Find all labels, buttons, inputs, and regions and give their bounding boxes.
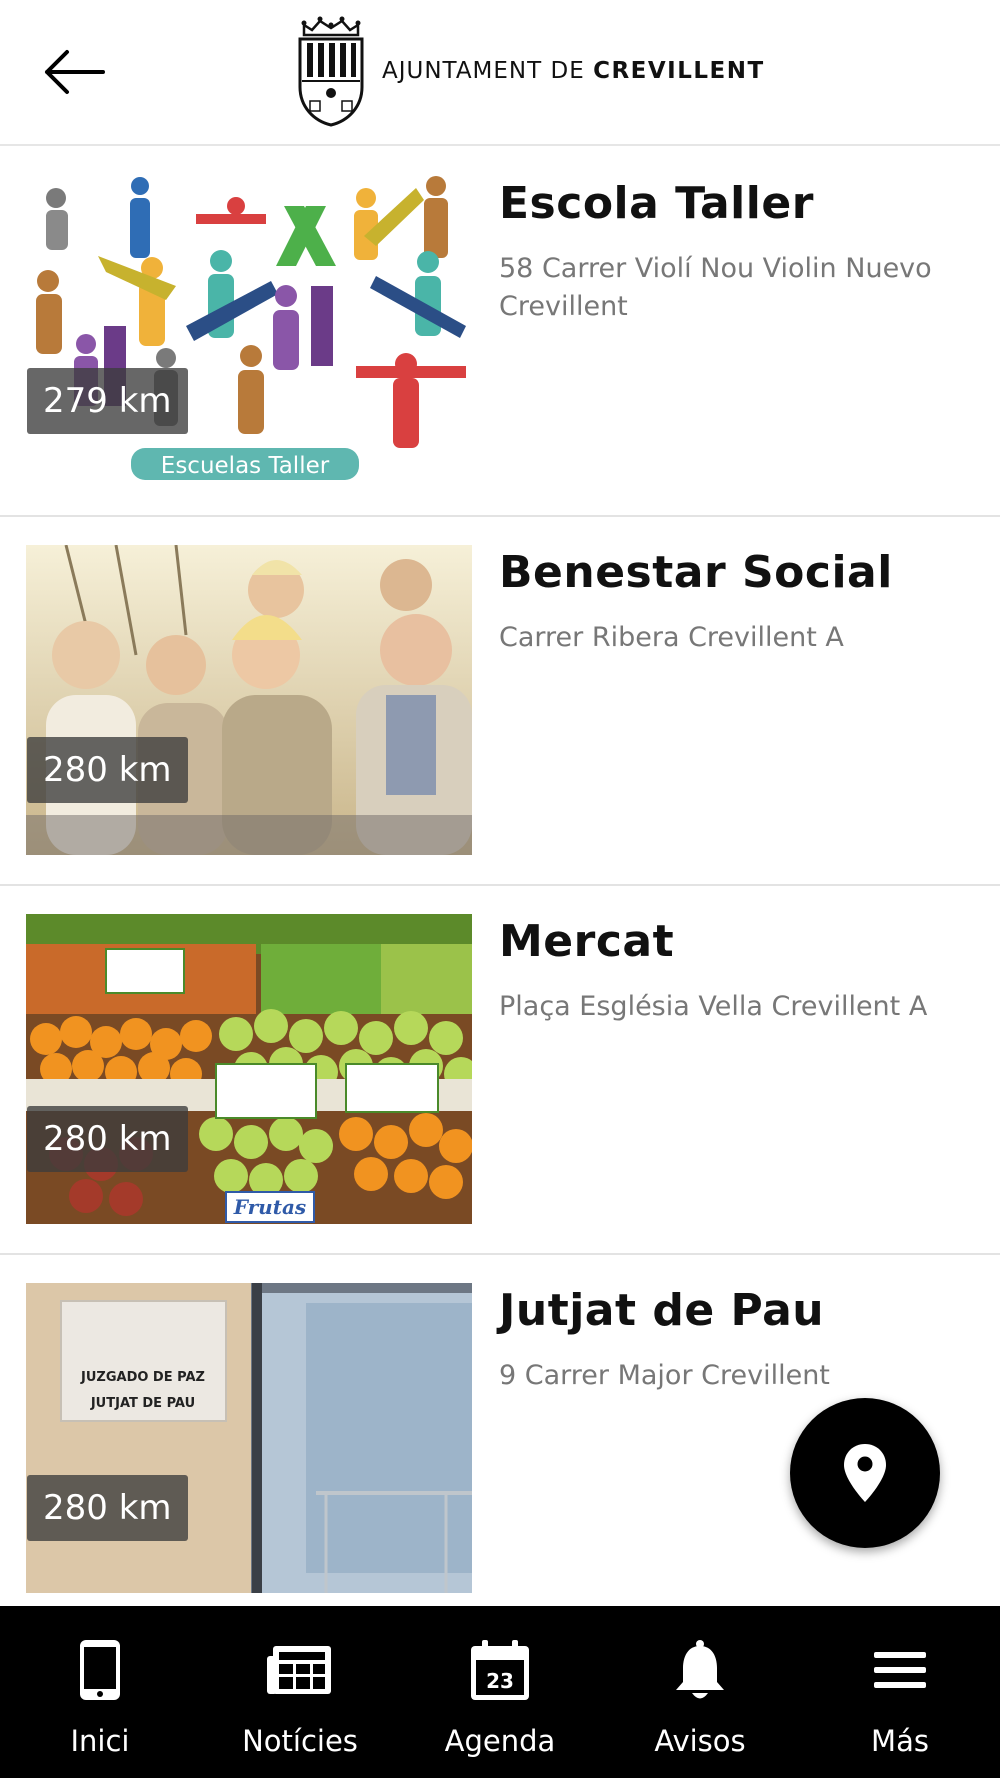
back-button[interactable] bbox=[36, 36, 112, 108]
image-caption-1: JUZGADO DE PAZ bbox=[80, 1370, 205, 1385]
places-list: Escuelas Taller 279 km Escola Taller 58 … bbox=[0, 148, 1000, 1606]
item-address: 9 Carrer Major Crevillent bbox=[499, 1360, 830, 1391]
bottom-nav: Inici Notícies 23 Agenda Avisos Más bbox=[0, 1606, 1000, 1778]
nav-item-agenda[interactable]: 23 Agenda bbox=[400, 1606, 600, 1778]
logo-text-light: AJUNTAMENT DE bbox=[382, 58, 585, 84]
image-caption-2: JUTJAT DE PAU bbox=[90, 1396, 195, 1411]
list-item[interactable]: Frutas 280 km Mercat Plaça Església Vell… bbox=[0, 886, 1000, 1255]
coat-of-arms-icon bbox=[298, 16, 364, 127]
city-logo: AJUNTAMENT DE CREVILLENT bbox=[296, 14, 765, 128]
distance-badge: 279 km bbox=[27, 368, 188, 434]
item-title: Escola Taller bbox=[499, 178, 814, 229]
escola-taller-image: Escuelas Taller bbox=[26, 176, 472, 486]
nav-item-mas[interactable]: Más bbox=[800, 1606, 1000, 1778]
nav-label: Notícies bbox=[242, 1724, 358, 1758]
nav-label: Más bbox=[871, 1724, 929, 1758]
benestar-social-image bbox=[26, 545, 472, 855]
jutjat-de-pau-image: JUZGADO DE PAZ JUTJAT DE PAU bbox=[26, 1283, 472, 1593]
logo-text-strong: CREVILLENT bbox=[593, 58, 765, 84]
mercat-image: Frutas bbox=[26, 914, 472, 1224]
nav-item-inici[interactable]: Inici bbox=[0, 1606, 200, 1778]
menu-icon bbox=[874, 1652, 926, 1688]
nav-item-avisos[interactable]: Avisos bbox=[600, 1606, 800, 1778]
distance-badge: 280 km bbox=[27, 737, 188, 803]
item-title: Jutjat de Pau bbox=[499, 1285, 825, 1336]
calendar-icon: 23 bbox=[471, 1640, 529, 1700]
app-header: AJUNTAMENT DE CREVILLENT bbox=[0, 0, 1000, 146]
calendar-day: 23 bbox=[486, 1669, 514, 1693]
list-item[interactable]: Escuelas Taller 279 km Escola Taller 58 … bbox=[0, 148, 1000, 517]
nav-item-noticies[interactable]: Notícies bbox=[200, 1606, 400, 1778]
arrow-left-icon bbox=[45, 50, 105, 94]
item-title: Mercat bbox=[499, 916, 675, 967]
logo-text: AJUNTAMENT DE CREVILLENT bbox=[382, 58, 765, 84]
newspaper-icon bbox=[267, 1646, 331, 1694]
item-title: Benestar Social bbox=[499, 547, 893, 598]
nav-label: Avisos bbox=[654, 1724, 746, 1758]
nav-label: Agenda bbox=[444, 1724, 556, 1758]
bell-icon bbox=[676, 1640, 724, 1699]
map-pin-icon bbox=[844, 1444, 886, 1502]
image-caption: Frutas bbox=[233, 1195, 306, 1219]
distance-badge: 280 km bbox=[27, 1475, 188, 1541]
phone-icon bbox=[80, 1640, 120, 1700]
item-address: Carrer Ribera Crevillent A bbox=[499, 622, 844, 653]
item-address: Plaça Església Vella Crevillent A bbox=[499, 991, 928, 1022]
item-address: 58 Carrer Violí Nou Violin Nuevo Crevill… bbox=[499, 253, 932, 322]
list-item[interactable]: 280 km Benestar Social Carrer Ribera Cre… bbox=[0, 517, 1000, 886]
image-caption: Escuelas Taller bbox=[161, 453, 330, 479]
distance-badge: 280 km bbox=[27, 1106, 188, 1172]
nav-label: Inici bbox=[70, 1724, 130, 1758]
map-fab-button[interactable] bbox=[790, 1398, 940, 1548]
